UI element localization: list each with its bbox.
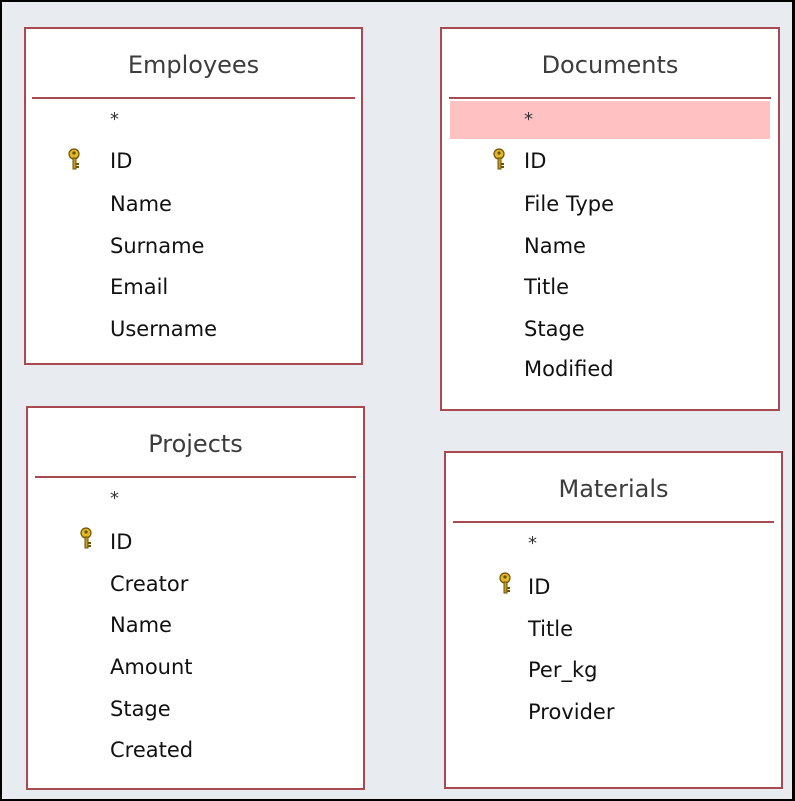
relationships-canvas[interactable]: Employees * ID Name Surname Email Userna…	[0, 0, 795, 801]
table-documents[interactable]: Documents * ID File Type Name Title Stag…	[440, 27, 780, 411]
selected-field-highlight	[450, 101, 770, 139]
field-modified[interactable]: Modified	[524, 357, 614, 381]
title-divider	[32, 97, 355, 99]
field-all[interactable]: *	[524, 109, 533, 130]
table-title[interactable]: Employees	[26, 51, 361, 79]
field-surname[interactable]: Surname	[110, 234, 204, 258]
field-creator[interactable]: Creator	[110, 572, 188, 596]
field-created[interactable]: Created	[110, 738, 193, 762]
field-name[interactable]: Name	[524, 234, 586, 258]
field-stage[interactable]: Stage	[110, 697, 171, 721]
key-icon	[80, 527, 92, 549]
title-divider	[453, 521, 774, 523]
field-username[interactable]: Username	[110, 317, 217, 341]
field-name[interactable]: Name	[110, 613, 172, 637]
title-divider	[35, 476, 356, 478]
key-icon	[68, 148, 80, 170]
field-title[interactable]: Title	[524, 275, 569, 299]
field-stage[interactable]: Stage	[524, 317, 585, 341]
table-employees[interactable]: Employees * ID Name Surname Email Userna…	[24, 27, 363, 365]
field-all[interactable]: *	[110, 488, 119, 509]
field-id[interactable]: ID	[528, 575, 550, 599]
title-divider	[449, 97, 771, 99]
field-all[interactable]: *	[528, 533, 537, 554]
table-title[interactable]: Materials	[446, 475, 781, 503]
field-file-type[interactable]: File Type	[524, 192, 614, 216]
table-materials[interactable]: Materials * ID Title Per_kg Provider	[444, 451, 783, 789]
key-icon	[493, 148, 505, 170]
field-id[interactable]: ID	[110, 149, 132, 173]
table-projects[interactable]: Projects * ID Creator Name Amount Stage …	[26, 406, 365, 790]
field-id[interactable]: ID	[524, 149, 546, 173]
field-title[interactable]: Title	[528, 617, 573, 641]
field-all[interactable]: *	[110, 109, 119, 130]
field-email[interactable]: Email	[110, 275, 168, 299]
key-icon	[499, 572, 511, 594]
field-provider[interactable]: Provider	[528, 700, 614, 724]
table-title[interactable]: Documents	[442, 51, 778, 79]
field-amount[interactable]: Amount	[110, 655, 193, 679]
field-id[interactable]: ID	[110, 530, 132, 554]
field-name[interactable]: Name	[110, 192, 172, 216]
table-title[interactable]: Projects	[28, 430, 363, 458]
field-per-kg[interactable]: Per_kg	[528, 658, 597, 682]
